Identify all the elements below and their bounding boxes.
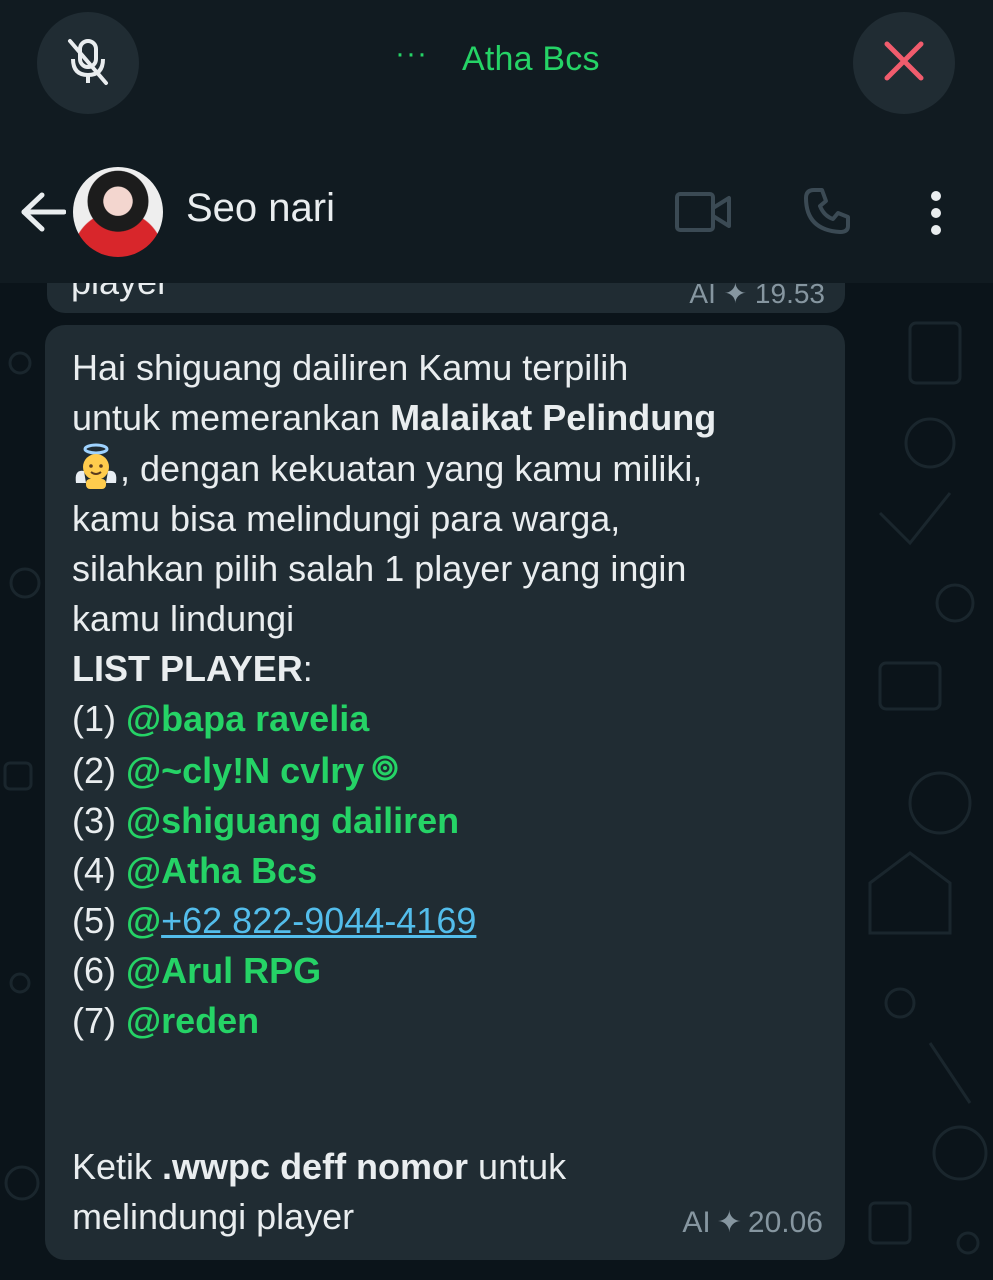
- spiral-emoji-icon: [372, 744, 398, 794]
- player-mention-at[interactable]: @: [126, 900, 161, 941]
- player-mention[interactable]: @shiguang dailiren: [126, 800, 459, 841]
- message-line: kamu lindungi: [72, 598, 295, 639]
- previous-message-bubble[interactable]: player AI ✦ 19.53: [47, 283, 845, 313]
- close-icon: [883, 40, 925, 87]
- message-line: Hai shiguang dailiren Kamu terpilih: [72, 347, 629, 388]
- angel-emoji-icon: [72, 443, 120, 491]
- sparkle-icon: ✦: [723, 283, 748, 309]
- message-text: Hai shiguang dailiren Kamu terpilih untu…: [72, 343, 822, 1242]
- message-line: Ketik .wwpc deff nomor untuk: [72, 1146, 567, 1187]
- previous-message-meta: AI ✦ 19.53: [689, 283, 825, 310]
- video-call-icon[interactable]: [675, 192, 731, 237]
- command-text: .wwpc deff nomor: [162, 1146, 469, 1187]
- avatar[interactable]: [73, 167, 163, 257]
- player-item: (4) @Atha Bcs: [72, 850, 318, 891]
- player-mention[interactable]: @~cly!N cvlry: [126, 750, 364, 791]
- message-bubble[interactable]: Hai shiguang dailiren Kamu terpilih untu…: [45, 325, 845, 1260]
- player-item: (1) @bapa ravelia: [72, 698, 370, 739]
- message-meta: AI ✦ 20.06: [682, 1205, 823, 1240]
- player-mention[interactable]: @reden: [126, 1000, 259, 1041]
- player-item: (3) @shiguang dailiren: [72, 800, 460, 841]
- back-arrow-icon[interactable]: [20, 192, 67, 237]
- contact-name[interactable]: Seo nari: [186, 186, 335, 231]
- chat-header: Seo nari: [0, 140, 993, 283]
- message-line: silahkan pilih salah 1 player yang ingin: [72, 548, 687, 589]
- call-title[interactable]: ··· Atha Bcs: [395, 36, 600, 79]
- message-spacer: [72, 1046, 822, 1142]
- message-line: , dengan kekuatan yang kamu miliki,: [72, 443, 822, 494]
- phone-number-link[interactable]: +62 822-9044-4169: [161, 900, 476, 941]
- player-mention[interactable]: @Arul RPG: [126, 950, 321, 991]
- message-time: 19.53: [754, 283, 825, 309]
- voice-call-icon[interactable]: [802, 186, 852, 241]
- ongoing-call-bar[interactable]: ··· Atha Bcs: [0, 0, 993, 140]
- player-item: (7) @reden: [72, 1000, 260, 1041]
- mic-off-icon: [60, 33, 116, 94]
- ai-label: AI: [689, 283, 716, 309]
- message-line: untuk memerankan Malaikat Pelindung: [72, 397, 717, 438]
- list-header: LIST PLAYER:: [72, 648, 313, 689]
- previous-message-text: player: [71, 283, 169, 303]
- call-dots: ···: [395, 36, 428, 70]
- player-mention[interactable]: @Atha Bcs: [126, 850, 317, 891]
- role-name: Malaikat Pelindung: [390, 397, 717, 438]
- player-item: (6) @Arul RPG: [72, 950, 322, 991]
- chat-area[interactable]: player AI ✦ 19.53 Hai shiguang dailiren …: [0, 283, 993, 1280]
- mute-button[interactable]: [37, 12, 139, 114]
- more-options-icon[interactable]: [924, 190, 948, 241]
- message-line: kamu bisa melindungi para warga,: [72, 498, 621, 539]
- ai-label: AI: [682, 1205, 711, 1239]
- player-item: (5) @+62 822-9044-4169: [72, 900, 477, 941]
- player-mention[interactable]: @bapa ravelia: [126, 698, 369, 739]
- call-name: Atha Bcs: [461, 40, 600, 78]
- sparkle-icon: ✦: [716, 1206, 742, 1239]
- message-time: 20.06: [747, 1205, 823, 1239]
- player-item: (2) @~cly!N cvlry: [72, 744, 822, 796]
- end-call-button[interactable]: [853, 12, 955, 114]
